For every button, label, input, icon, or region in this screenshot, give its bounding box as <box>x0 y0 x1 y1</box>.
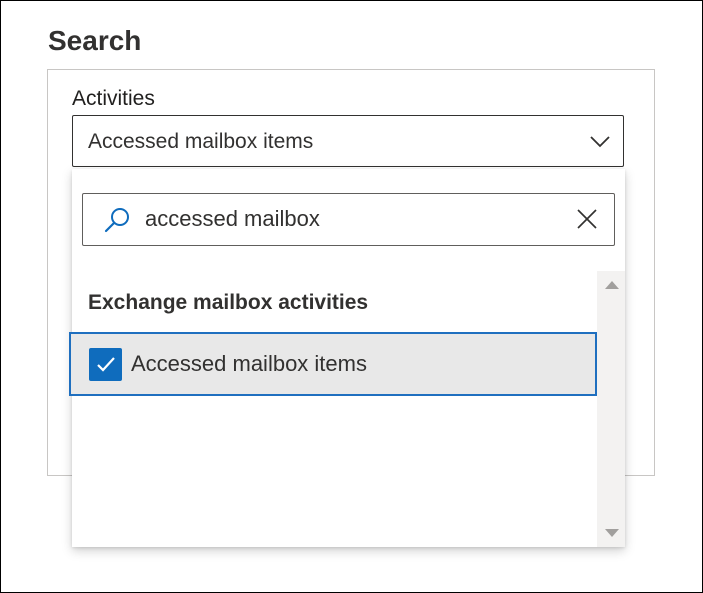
option-accessed-mailbox-items[interactable]: Accessed mailbox items <box>69 332 597 396</box>
search-icon <box>103 206 131 234</box>
page-title: Search <box>48 25 142 56</box>
group-header-exchange-mailbox-activities: Exchange mailbox activities <box>88 291 369 314</box>
chevron-down-icon[interactable] <box>589 132 611 150</box>
option-label: Accessed mailbox items <box>131 351 367 376</box>
scroll-up-arrow-icon[interactable] <box>605 281 619 289</box>
activities-search-input[interactable] <box>145 204 545 234</box>
option-checkbox[interactable] <box>89 348 122 381</box>
activities-dropdown[interactable]: Accessed mailbox items <box>72 115 624 167</box>
activities-search-box[interactable] <box>82 193 615 246</box>
results-scrollbar[interactable] <box>597 271 625 547</box>
checkmark-icon <box>97 357 115 372</box>
close-icon[interactable] <box>576 208 598 230</box>
activities-label: Activities <box>72 87 155 110</box>
activities-dropdown-value: Accessed mailbox items <box>88 130 314 153</box>
scroll-down-arrow-icon[interactable] <box>605 529 619 537</box>
